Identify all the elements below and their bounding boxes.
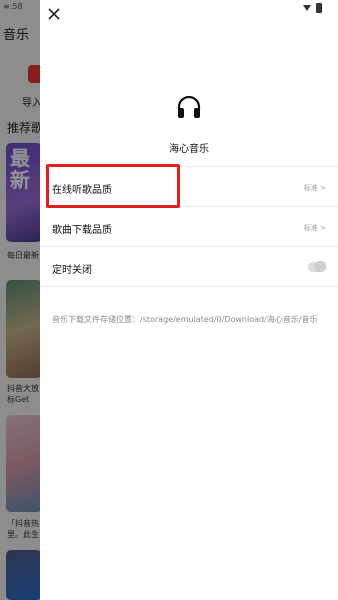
divider [40,286,338,288]
setting-value[interactable]: 标准 > [304,183,326,193]
setting-download-quality[interactable]: 歌曲下载品质 标准 > [40,206,338,247]
sleep-timer-toggle[interactable] [308,261,326,272]
setting-label: 定时关闭 [52,265,92,276]
battery-icon [316,3,322,13]
close-button[interactable] [46,6,62,22]
storage-location-note: 音乐下载文件存储位置：/storage/emulated/0/Download/… [52,315,318,324]
highlight-annotation [46,164,180,208]
status-icons [303,3,322,13]
wifi-icon [303,5,311,11]
toggle-knob [315,261,326,272]
headphone-icon [177,95,201,118]
setting-label: 歌曲下载品质 [52,225,112,236]
close-icon [48,8,60,20]
setting-sleep-timer[interactable]: 定时关闭 [40,246,338,287]
settings-drawer: 海心音乐 在线听歌品质 标准 > 歌曲下载品质 标准 > 定时关闭 音乐下载文件… [40,0,338,600]
setting-value[interactable]: 标准 > [304,223,326,233]
app-name: 海心音乐 [169,144,209,155]
